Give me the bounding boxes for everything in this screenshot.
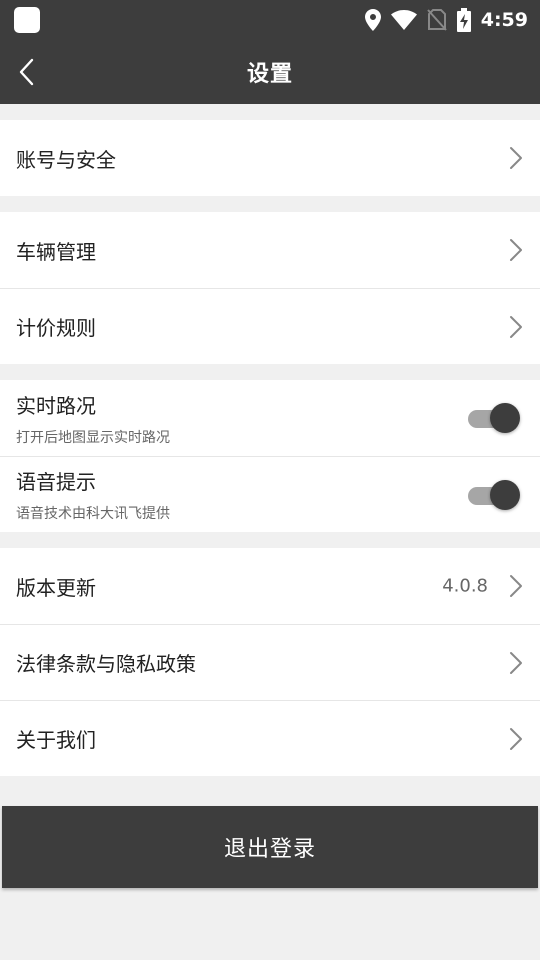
traffic-label: 实时路况 xyxy=(16,393,96,418)
version-update-label: 版本更新 xyxy=(16,575,96,600)
logout-button[interactable]: 退出登录 xyxy=(2,806,538,888)
status-bar: 4:59 xyxy=(0,0,540,40)
vehicle-management-label: 车辆管理 xyxy=(16,239,96,264)
traffic-toggle[interactable] xyxy=(466,402,520,434)
legal-privacy-item[interactable]: 法律条款与隐私政策 xyxy=(0,624,540,700)
toggle-thumb xyxy=(490,403,520,433)
legal-privacy-label: 法律条款与隐私政策 xyxy=(16,652,196,676)
voice-label: 语音提示 xyxy=(16,470,96,494)
traffic-setting-item: 实时路况 打开后地图显示实时路况 xyxy=(0,380,540,456)
status-time: 4:59 xyxy=(480,9,528,31)
status-icons: 4:59 xyxy=(364,8,528,32)
traffic-description: 打开后地图显示实时路况 xyxy=(16,429,170,446)
version-update-item[interactable]: 版本更新 4.0.8 xyxy=(0,548,540,624)
chevron-right-icon xyxy=(510,147,522,169)
vehicle-group: 车辆管理 计价规则 xyxy=(0,212,540,364)
vehicle-management-item[interactable]: 车辆管理 xyxy=(0,212,540,288)
location-icon xyxy=(364,9,381,31)
app-bar: 设置 xyxy=(0,40,540,104)
about-us-label: 关于我们 xyxy=(16,728,96,752)
account-group: 账号与安全 xyxy=(0,120,540,196)
version-number: 4.0.8 xyxy=(442,575,488,597)
account-security-item[interactable]: 账号与安全 xyxy=(0,120,540,196)
chevron-right-icon xyxy=(510,575,522,597)
chevron-right-icon xyxy=(510,651,522,674)
toggle-group: 实时路况 打开后地图显示实时路况 语音提示 语音技术由科大讯飞提供 xyxy=(0,380,540,532)
app-icon xyxy=(14,7,40,33)
chevron-right-icon xyxy=(510,315,522,338)
about-us-item[interactable]: 关于我们 xyxy=(0,700,540,776)
battery-charging-icon xyxy=(456,8,471,32)
wifi-icon xyxy=(390,10,417,30)
chevron-left-icon xyxy=(19,58,34,86)
pricing-rules-item[interactable]: 计价规则 xyxy=(0,288,540,364)
info-group: 版本更新 4.0.8 法律条款与隐私政策 关于我们 xyxy=(0,548,540,776)
back-button[interactable] xyxy=(6,52,46,92)
account-security-label: 账号与安全 xyxy=(16,147,116,172)
pricing-rules-label: 计价规则 xyxy=(16,316,96,340)
chevron-right-icon xyxy=(510,239,522,261)
page-title: 设置 xyxy=(246,62,293,87)
no-sim-icon xyxy=(426,9,447,31)
voice-setting-item: 语音提示 语音技术由科大讯飞提供 xyxy=(0,456,540,532)
voice-description: 语音技术由科大讯飞提供 xyxy=(16,506,170,522)
voice-toggle[interactable] xyxy=(466,479,520,511)
toggle-thumb xyxy=(490,479,520,510)
chevron-right-icon xyxy=(510,727,522,750)
